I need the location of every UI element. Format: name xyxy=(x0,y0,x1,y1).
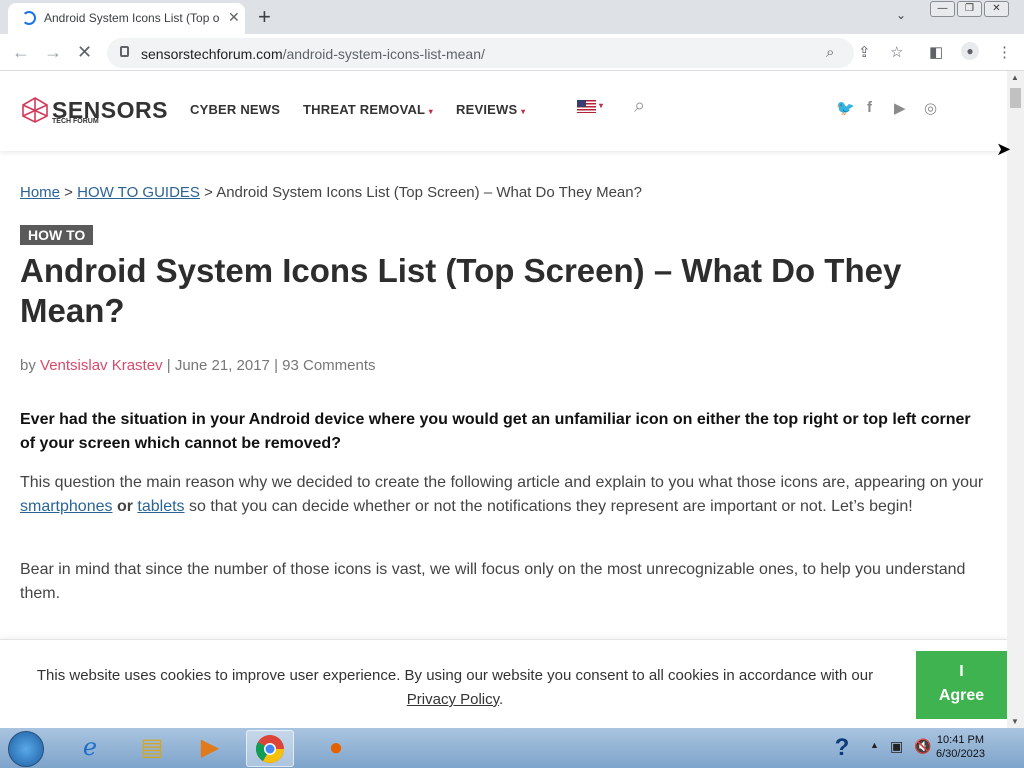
file-explorer-icon[interactable]: ▤ xyxy=(128,730,176,767)
internet-explorer-icon[interactable]: ℯ xyxy=(66,730,114,767)
scroll-down-arrow-icon[interactable]: ▼ xyxy=(1011,717,1019,726)
loading-spinner-icon xyxy=(22,11,36,25)
page-title: Android System Icons List (Top Screen) –… xyxy=(20,252,902,329)
start-button[interactable] xyxy=(8,731,44,767)
restore-button[interactable]: ❐ xyxy=(957,1,982,17)
nav-threat-removal[interactable]: THREAT REMOVAL ▾ xyxy=(303,102,433,117)
browser-tab-strip: Android System Icons List (Top of Screen… xyxy=(0,0,1024,34)
agree-button[interactable]: I Agree xyxy=(916,651,1007,719)
publish-date: June 21, 2017 xyxy=(174,357,270,374)
tab-close-icon[interactable]: ✕ xyxy=(228,9,240,26)
site-header: SENSORS TECH FORUM CYBER NEWS THREAT REM… xyxy=(0,71,1007,151)
logo-subtitle: TECH FORUM xyxy=(52,118,99,125)
author-link[interactable]: Ventsislav Krastev xyxy=(40,357,163,374)
profile-avatar-icon[interactable]: ● xyxy=(961,42,979,60)
browser-toolbar: ← → ✕ sensorstechforum.com/android-syste… xyxy=(0,34,1024,71)
browser-tab-active[interactable]: Android System Icons List (Top of Screen… xyxy=(8,3,245,34)
stop-loading-icon[interactable]: ✕ xyxy=(77,42,92,63)
tab-search-chevron-icon[interactable]: ⌄ xyxy=(896,8,906,22)
comments-link[interactable]: 93 Comments xyxy=(282,357,375,374)
tablets-link[interactable]: tablets xyxy=(137,498,184,515)
zoom-search-icon[interactable]: ⌕ xyxy=(826,44,834,61)
privacy-policy-link[interactable]: Privacy Policy xyxy=(407,691,499,708)
breadcrumb-guides-link[interactable]: HOW TO GUIDES xyxy=(77,184,200,201)
youtube-icon[interactable]: ▶ xyxy=(894,99,906,117)
close-window-button[interactable]: ✕ xyxy=(984,1,1009,17)
chevron-down-icon: ▾ xyxy=(428,107,433,116)
language-chevron-icon[interactable]: ▾ xyxy=(599,101,603,110)
category-badge[interactable]: HOW TO xyxy=(20,225,94,245)
twitter-icon[interactable]: 🐦 xyxy=(836,99,855,117)
article-lead: Ever had the situation in your Android d… xyxy=(20,411,971,452)
scrollbar-thumb[interactable] xyxy=(1010,88,1021,108)
back-arrow-icon[interactable]: ← xyxy=(12,42,30,63)
nav-cyber-news[interactable]: CYBER NEWS xyxy=(190,102,280,117)
us-flag-icon[interactable] xyxy=(577,100,596,113)
tab-title: Android System Icons List (Top of Screen… xyxy=(44,11,219,25)
breadcrumb: Home > HOW TO GUIDES > Android System Ic… xyxy=(20,184,642,201)
clock-date: 6/30/2023 xyxy=(936,748,985,760)
forward-arrow-icon[interactable]: → xyxy=(44,42,62,63)
url-text[interactable]: sensorstechforum.com/android-system-icon… xyxy=(141,46,485,62)
lock-icon xyxy=(120,46,129,57)
menu-kebab-icon[interactable]: ⋮ xyxy=(997,43,1012,61)
address-bar[interactable]: sensorstechforum.com/android-system-icon… xyxy=(107,38,854,68)
cookie-text: This website uses cookies to improve use… xyxy=(36,667,874,708)
system-clock[interactable]: 10:41 PM 6/30/2023 xyxy=(936,733,985,761)
page-scrollbar[interactable]: ▲ ▼ xyxy=(1007,71,1024,728)
help-icon[interactable]: ? xyxy=(818,730,866,767)
breadcrumb-current: Android System Icons List (Top Screen) –… xyxy=(216,184,642,201)
article-paragraph-2: Bear in mind that since the number of th… xyxy=(20,561,966,602)
media-player-icon[interactable]: ▶ xyxy=(186,730,234,767)
side-panel-icon[interactable]: ◧ xyxy=(929,43,943,61)
share-icon[interactable]: ⇪ xyxy=(858,43,871,61)
article-paragraph-1: This question the main reason why we dec… xyxy=(20,474,984,515)
bookmark-star-icon[interactable]: ☆ xyxy=(890,43,903,61)
scroll-up-arrow-icon[interactable]: ▲ xyxy=(1011,73,1019,82)
windows-taskbar: ℯ ▤ ▶ ● ? ▲ ▣ 🔇 10:41 PM 6/30/2023 xyxy=(0,728,1024,768)
smartphones-link[interactable]: smartphones xyxy=(20,498,113,515)
article-meta: by Ventsislav Krastev | June 21, 2017 | … xyxy=(20,357,376,374)
network-icon[interactable]: ▣ xyxy=(890,738,903,755)
instagram-icon[interactable]: ◎ xyxy=(924,99,937,117)
firefox-icon[interactable]: ● xyxy=(312,730,360,767)
mouse-cursor-icon: ➤ xyxy=(996,139,1012,159)
breadcrumb-home-link[interactable]: Home xyxy=(20,184,60,201)
cookie-banner: This website uses cookies to improve use… xyxy=(0,639,1007,728)
chevron-down-icon: ▾ xyxy=(521,107,526,116)
logo-mark-icon xyxy=(22,97,48,123)
window-controls: — ❐ ✕ xyxy=(928,1,1009,19)
search-icon[interactable]: ⌕ xyxy=(634,95,645,118)
nav-reviews[interactable]: REVIEWS ▾ xyxy=(456,102,525,117)
tray-chevron-icon[interactable]: ▲ xyxy=(870,740,879,750)
minimize-button[interactable]: — xyxy=(930,1,955,17)
chrome-icon[interactable] xyxy=(246,730,294,767)
facebook-icon[interactable]: f xyxy=(867,99,872,116)
clock-time: 10:41 PM xyxy=(936,734,985,746)
web-page: SENSORS TECH FORUM CYBER NEWS THREAT REM… xyxy=(0,71,1007,728)
site-logo[interactable]: SENSORS TECH FORUM xyxy=(20,96,168,125)
volume-muted-icon[interactable]: 🔇 xyxy=(914,738,931,755)
new-tab-button[interactable]: + xyxy=(258,4,271,30)
